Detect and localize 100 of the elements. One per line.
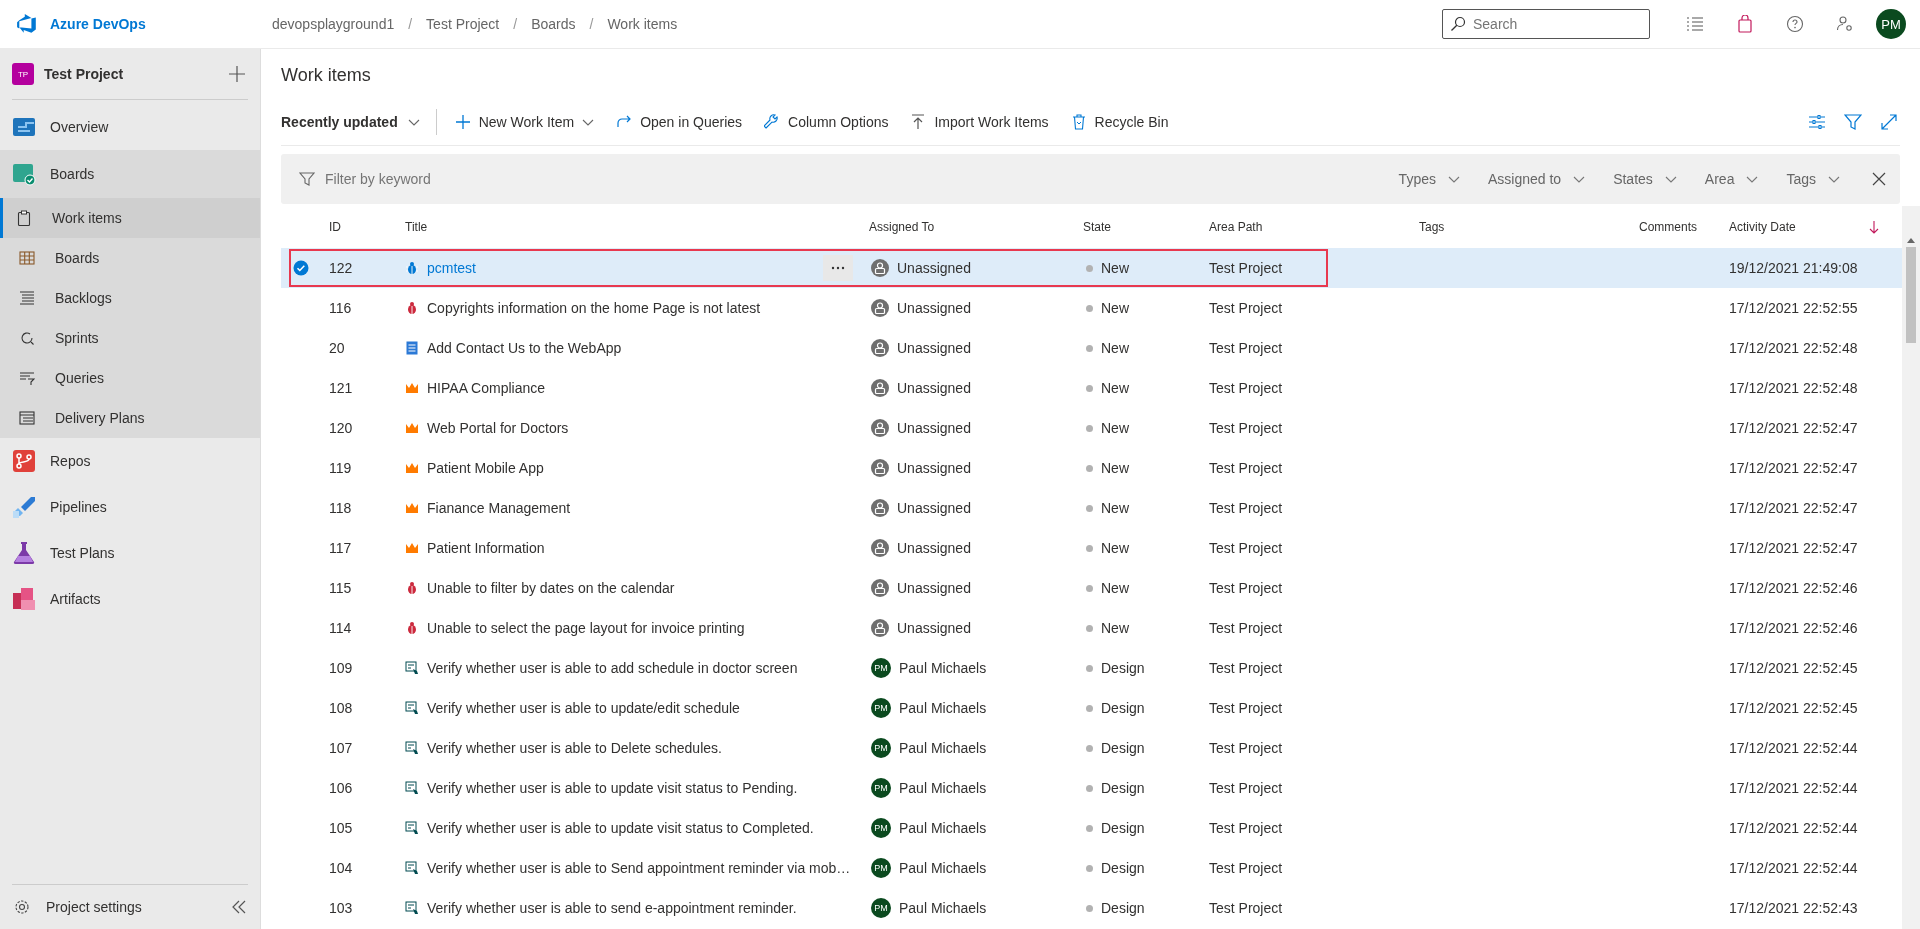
table-row[interactable]: 104 Verify whether user is able to Send appointment reminder via mob… PM Paul Michaels Design Test Project 17/12/2021 22:52:44: [281, 848, 1902, 888]
table-row[interactable]: 105 Verify whether user is able to update visit status to Completed. PM Paul Michaels Design Test Project 17/12/2021 22:52:44: [281, 808, 1902, 848]
add-icon[interactable]: [228, 65, 246, 83]
work-item-title[interactable]: Unable to select the page layout for invoice printing: [427, 620, 745, 636]
unassigned-avatar-icon: [871, 579, 889, 597]
activity-date-cell-text: 17/12/2021 22:52:48: [1728, 380, 1859, 396]
nav-item[interactable]: Artifacts: [0, 576, 260, 622]
help-icon[interactable]: [1786, 15, 1804, 33]
shopping-bag-icon[interactable]: [1736, 15, 1754, 33]
activity-date-cell-text: 17/12/2021 22:52:45: [1728, 660, 1859, 676]
assignee-name: Unassigned: [897, 380, 971, 396]
work-item-title[interactable]: Verify whether user is able to send e-appointment reminder.: [427, 900, 797, 916]
table-row[interactable]: 103 Verify whether user is able to send e-appointment reminder. PM Paul Michaels Design Test Project 17/12/2021 22:52:43: [281, 888, 1902, 928]
expand-icon[interactable]: [1880, 113, 1898, 131]
id-cell-text: 118: [328, 500, 353, 516]
checklist-icon[interactable]: [1686, 15, 1704, 33]
scrollbar-thumb[interactable]: [1906, 247, 1916, 343]
filter-icon[interactable]: [1844, 113, 1862, 131]
nav-item[interactable]: Boards: [0, 150, 260, 198]
column-header[interactable]: Activity Date: [1721, 220, 1861, 234]
toolbar-button[interactable]: Import Work Items: [910, 114, 1049, 130]
nav-subitem[interactable]: Work items: [0, 198, 260, 238]
id-cell-text: 114: [328, 620, 353, 636]
table-row[interactable]: 107 Verify whether user is able to Delete schedules. PM Paul Michaels Design Test Project 17/12/2021 22:52:44: [281, 728, 1902, 768]
column-header[interactable]: Area Path: [1201, 220, 1411, 234]
work-item-title[interactable]: Verify whether user is able to update visit status to Pending.: [427, 780, 798, 796]
nav-item[interactable]: Repos: [0, 438, 260, 484]
breadcrumb-link[interactable]: Work items: [607, 16, 678, 32]
toolbar-button[interactable]: Column Options: [764, 114, 889, 130]
test-case-icon: [405, 861, 419, 875]
user-settings-icon[interactable]: [1836, 15, 1854, 33]
column-header[interactable]: Comments: [1631, 220, 1721, 234]
table-row[interactable]: 120 Web Portal for Doctors Unassigned New Test Project 17/12/2021 22:52:47: [281, 408, 1902, 448]
work-item-title[interactable]: Patient Information: [427, 540, 545, 556]
nav-subitem[interactable]: Sprints: [0, 318, 260, 358]
table-row[interactable]: 20 Add Contact Us to the WebApp Unassigned New Test Project 17/12/2021 22:52:48: [281, 328, 1902, 368]
work-item-title[interactable]: HIPAA Compliance: [427, 380, 545, 396]
unassigned-avatar-icon: [871, 379, 889, 397]
sort-descending-icon[interactable]: [1869, 220, 1879, 234]
breadcrumb-link[interactable]: Boards: [531, 16, 576, 32]
view-selector[interactable]: Recently updated: [281, 114, 420, 130]
filter-dropdown[interactable]: Area: [1704, 171, 1759, 187]
table-row[interactable]: 114 Unable to select the page layout for invoice printing Unassigned New Test Project 17/12/2021 22:52:46: [281, 608, 1902, 648]
scrollbar[interactable]: [1902, 206, 1920, 929]
work-item-title[interactable]: pcmtest: [427, 260, 476, 276]
table-row[interactable]: 117 Patient Information Unassigned New Test Project 17/12/2021 22:52:47: [281, 528, 1902, 568]
column-header[interactable]: Tags: [1411, 220, 1631, 234]
breadcrumb-link[interactable]: Test Project: [426, 16, 500, 32]
filter-dropdown[interactable]: Assigned to: [1487, 171, 1586, 187]
work-item-title[interactable]: Verify whether user is able to Send appointment reminder via mob…: [427, 860, 851, 876]
check-circle-icon[interactable]: [293, 260, 309, 276]
user-avatar[interactable]: PM: [1876, 9, 1906, 39]
scroll-up-icon[interactable]: [1907, 238, 1915, 243]
column-header[interactable]: Title: [405, 220, 869, 234]
nav-subitem[interactable]: Queries: [0, 358, 260, 398]
work-item-title[interactable]: Unable to filter by dates on the calendar: [427, 580, 675, 596]
work-item-title[interactable]: Fianance Management: [427, 500, 571, 516]
nav-item[interactable]: Test Plans: [0, 530, 260, 576]
table-row[interactable]: 115 Unable to filter by dates on the calendar Unassigned New Test Project 17/12/2021 22:52:46: [281, 568, 1902, 608]
filter-dropdown[interactable]: Tags: [1786, 171, 1840, 187]
toolbar-button[interactable]: New Work Item: [454, 114, 595, 130]
unassigned-avatar-icon: [871, 339, 889, 357]
table-row[interactable]: 119 Patient Mobile App Unassigned New Test Project 17/12/2021 22:52:47: [281, 448, 1902, 488]
collapse-icon[interactable]: [230, 898, 248, 916]
keyword-filter-field[interactable]: Filter by keyword: [323, 170, 1371, 188]
sliders-icon[interactable]: [1808, 113, 1826, 131]
work-item-title[interactable]: Copyrights information on the home Page is not latest: [427, 300, 761, 316]
work-item-title[interactable]: Verify whether user is able to add schedule in doctor screen: [427, 660, 798, 676]
nav-subitem[interactable]: Boards: [0, 238, 260, 278]
search-field[interactable]: Search: [1442, 9, 1650, 39]
work-item-title[interactable]: Patient Mobile App: [427, 460, 544, 476]
work-item-title[interactable]: Web Portal for Doctors: [427, 420, 569, 436]
nav-subitem[interactable]: Delivery Plans: [0, 398, 260, 438]
product-name[interactable]: Azure DevOps: [50, 16, 146, 32]
filter-dropdown[interactable]: States: [1613, 171, 1677, 187]
nav-subitem[interactable]: Backlogs: [0, 278, 260, 318]
column-header[interactable]: Assigned To: [869, 220, 1083, 234]
table-row[interactable]: 109 Verify whether user is able to add schedule in doctor screen PM Paul Michaels Design Test Project 17/12/2021 22:52:45: [281, 648, 1902, 688]
work-item-title[interactable]: Add Contact Us to the WebApp: [427, 340, 622, 356]
project-name[interactable]: Test Project: [44, 66, 124, 82]
table-row[interactable]: 121 HIPAA Compliance Unassigned New Test Project 17/12/2021 22:52:48: [281, 368, 1902, 408]
table-row[interactable]: 106 Verify whether user is able to update visit status to Pending. PM Paul Michaels Design Test Project 17/12/2021 22:52:44: [281, 768, 1902, 808]
column-header[interactable]: ID: [321, 220, 405, 234]
table-row[interactable]: 108 Verify whether user is able to update/edit schedule PM Paul Michaels Design Test Project 17/12/2021 22:52:45: [281, 688, 1902, 728]
breadcrumb-link[interactable]: devopsplayground1: [272, 16, 395, 32]
table-row[interactable]: 122 pcmtest Unassigned New Test Project 19/12/2021 21:49:08: [281, 248, 1902, 288]
filter-dropdown[interactable]: Types: [1398, 171, 1460, 187]
work-item-title[interactable]: Verify whether user is able to update visit status to Completed.: [427, 820, 814, 836]
work-item-title[interactable]: Verify whether user is able to update/edit schedule: [427, 700, 740, 716]
nav-item[interactable]: Pipelines: [0, 484, 260, 530]
table-row[interactable]: 118 Fianance Management Unassigned New Test Project 17/12/2021 22:52:47: [281, 488, 1902, 528]
nav-item[interactable]: Overview: [0, 104, 260, 150]
column-header[interactable]: State: [1083, 220, 1201, 234]
close-icon[interactable]: [1872, 172, 1886, 186]
table-row[interactable]: 116 Copyrights information on the home Page is not latest Unassigned New Test Project 17/12/2021 22:52:55: [281, 288, 1902, 328]
project-settings-link[interactable]: Project settings: [14, 899, 142, 915]
work-item-title[interactable]: Verify whether user is able to Delete schedules.: [427, 740, 722, 756]
toolbar-button[interactable]: Recycle Bin: [1070, 114, 1169, 130]
activity-date-cell-text: 17/12/2021 22:52:47: [1728, 460, 1859, 476]
toolbar-button[interactable]: Open in Queries: [616, 114, 743, 130]
